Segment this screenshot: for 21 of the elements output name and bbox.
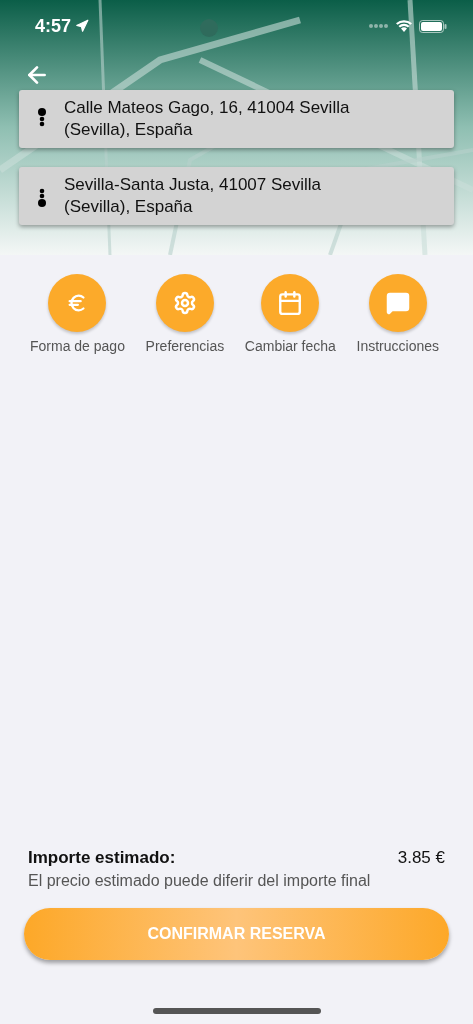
address-card[interactable]: Calle Mateos Gago, 16, 41004 Sevilla (Sevilla), España <box>19 90 454 148</box>
address-text: Sevilla-Santa Justa, 41007 Sevilla (Sevilla), España <box>64 174 323 218</box>
action-label: Forma de pago <box>30 338 125 354</box>
estimate-label: Importe estimado: <box>28 848 176 868</box>
battery-icon <box>419 19 447 33</box>
action-label: Preferencias <box>145 338 225 354</box>
calendar-icon <box>277 290 304 316</box>
action-button[interactable]: Forma de pago <box>30 274 125 354</box>
message-icon <box>385 291 410 315</box>
signal-dots-icon <box>369 24 389 28</box>
action-label: Instrucciones <box>356 338 439 354</box>
estimate-note: El precio estimado puede diferir del importe final <box>28 872 372 890</box>
address-text: Calle Mateos Gago, 16, 41004 Sevilla (Sevilla), España <box>64 97 351 141</box>
address-card[interactable]: Sevilla-Santa Justa, 41007 Sevilla (Sevilla), España <box>19 167 454 225</box>
action-button[interactable]: Cambiar fecha <box>244 274 336 354</box>
location-arrow-icon <box>75 19 90 33</box>
action-label: Cambiar fecha <box>244 338 336 354</box>
estimate-price: 3.85 € <box>397 848 445 868</box>
settings-icon <box>172 291 197 315</box>
status-time: 4:57 <box>35 15 72 37</box>
wifi-icon <box>395 19 413 33</box>
